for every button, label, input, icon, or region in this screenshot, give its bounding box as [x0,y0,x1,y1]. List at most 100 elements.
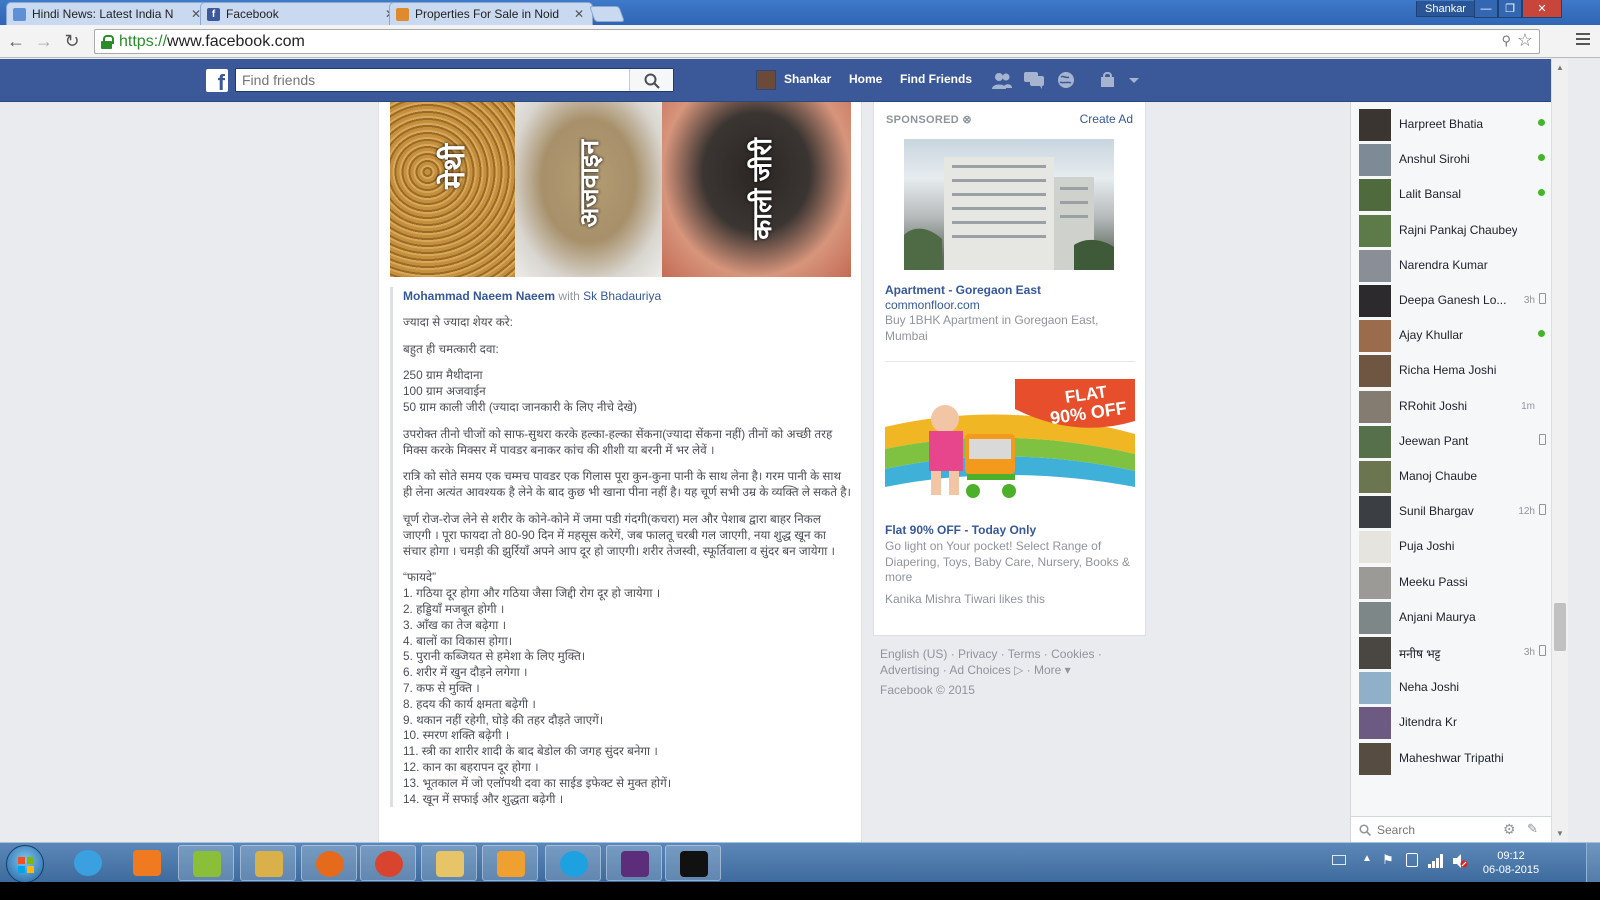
volume-muted-icon[interactable] [1452,853,1468,869]
taskbar-app-button[interactable] [178,845,234,881]
show-hidden-icons-icon[interactable]: ▲ [1362,853,1372,864]
action-center-flag-icon[interactable]: ⚑ [1382,852,1394,868]
device-icon[interactable] [1406,853,1418,867]
facebook-logo-icon[interactable]: f [206,69,228,92]
browser-profile-button[interactable]: Shankar [1416,1,1475,17]
browser-tab-hindi-news[interactable]: Hindi News: Latest India N ✕ [6,2,210,25]
apartment-ad-image[interactable] [904,139,1114,270]
footer-links[interactable]: Advertising · Ad Choices ▷ · More ▾ [880,662,1140,678]
browser-tab-properties[interactable]: Properties For Sale in Noid ✕ [389,2,593,25]
chat-search-input[interactable] [1377,821,1497,839]
chat-friend-item[interactable]: Jeewan Pant [1359,425,1549,458]
author-link[interactable]: Mohammad Naeem Naeem [403,289,555,303]
page-scrollbar[interactable]: ▲ ▼ [1551,59,1568,842]
chat-friend-name: Richa Hema Joshi [1399,363,1497,378]
chat-friend-item[interactable]: Sunil Bhargav 12h [1359,495,1549,529]
taskbar-app-button[interactable] [60,845,116,881]
chat-friend-item[interactable]: Puja Joshi [1359,530,1549,564]
network-signal-icon[interactable] [1428,854,1444,868]
start-button[interactable] [6,845,44,883]
show-desktop-button[interactable] [1586,843,1600,883]
create-ad-link[interactable]: Create Ad [1080,112,1133,126]
find-friends-input[interactable] [236,69,631,91]
browser-menu-icon[interactable] [1576,33,1590,45]
search-button[interactable] [629,69,673,91]
friend-requests-icon[interactable] [992,71,1012,89]
online-status-dot-icon [1538,154,1545,162]
taskbar-app-button[interactable] [301,845,357,881]
address-bar[interactable]: https://www.facebook.com ⚲ ☆ [94,29,1540,54]
window-close-icon[interactable]: ✕ [1522,0,1562,18]
new-message-icon[interactable]: ✎ [1527,821,1538,837]
building-photo [904,157,1114,270]
avatar[interactable] [756,70,776,90]
keyboard-icon[interactable] [1332,855,1346,865]
chat-friend-item[interactable]: Neha Joshi [1359,671,1549,705]
avatar [1359,390,1391,423]
command-prompt-icon [680,851,708,877]
close-tab-icon[interactable]: ✕ [572,7,586,21]
taskbar-app-button[interactable] [606,845,662,881]
find-friends-link[interactable]: Find Friends [900,72,972,86]
taskbar-app-button[interactable] [545,845,601,881]
ad-choices-icon[interactable]: ⊗ [962,114,972,126]
tagged-friend-link[interactable]: Sk Bhadauriya [583,289,661,303]
page-footer: English (US) · Privacy · Terms · Cookies… [880,646,1140,698]
taskbar-app-button[interactable] [482,845,538,881]
chat-friend-item[interactable]: मनीष भट्ट 3h [1359,636,1549,669]
chat-friend-item[interactable]: Narendra Kumar [1359,249,1549,282]
sponsored-label: SPONSORED ⊗ [886,113,972,126]
chat-friend-item[interactable]: Jitendra Kr [1359,706,1549,740]
minimize-icon[interactable]: — [1474,0,1498,18]
scroll-down-icon[interactable]: ▼ [1556,829,1564,838]
sponsored-ads: SPONSORED ⊗ Create Ad Apartment - Gorega… [873,102,1146,636]
home-link[interactable]: Home [849,72,882,86]
baby-store-ad-image[interactable]: FLAT 90% OFF [885,379,1135,510]
taskbar-app-button[interactable] [240,845,296,881]
paint-icon [255,851,283,877]
privacy-shortcuts-icon[interactable] [1100,71,1120,89]
account-menu-chevron-down-icon[interactable] [1128,71,1140,89]
post-photo[interactable]: मेथी अजवाइन काली जीरी [390,102,851,277]
post-paragraph: रात्रि को सोते समय एक चम्मच पावडर एक गिल… [403,469,851,500]
messages-icon[interactable] [1024,71,1044,89]
taskbar-app-button[interactable] [665,845,721,881]
browser-tab-strip: Hindi News: Latest India N ✕ f Facebook … [0,0,1600,25]
forward-arrow-icon[interactable]: → [34,31,54,51]
notifications-globe-icon[interactable] [1056,71,1076,89]
bookmark-star-icon[interactable]: ☆ [1517,30,1533,51]
reload-icon[interactable]: ↻ [62,31,82,51]
footer-links[interactable]: English (US) · Privacy · Terms · Cookies… [880,646,1140,662]
extension-icon[interactable]: ⚲ [1501,33,1511,49]
chat-friend-item[interactable]: RRohit Joshi 1m [1359,390,1549,423]
chat-friend-item[interactable]: Ajay Khullar [1359,319,1549,353]
chat-friend-item[interactable]: Rajni Pankaj Chaubey [1359,214,1549,247]
taskbar-app-button[interactable] [119,845,175,881]
url-text[interactable]: https://www.facebook.com [119,33,305,51]
chat-friend-item[interactable]: Maheshwar Tripathi [1359,742,1549,775]
taskbar-app-button[interactable] [421,845,477,881]
chat-friend-item[interactable]: Anshul Sirohi [1359,143,1549,177]
chat-friend-item[interactable]: Anjani Maurya [1359,601,1549,634]
chat-friend-item[interactable]: Lalit Bansal [1359,178,1549,212]
ad-title-link[interactable]: Flat 90% OFF - Today Only [885,523,1036,537]
chat-friend-item[interactable]: Manoj Chaube [1359,460,1549,493]
restore-icon[interactable]: ❐ [1498,0,1522,18]
chat-friend-item[interactable]: Harpreet Bhatia [1359,108,1549,141]
ad-title-link[interactable]: Apartment - Goregaon East [885,283,1041,297]
chat-friend-item[interactable]: Meeku Passi [1359,566,1549,599]
taskbar-app-button[interactable] [360,845,416,881]
scrollbar-thumb[interactable] [1554,603,1566,651]
new-tab-button[interactable] [589,6,625,22]
scroll-up-icon[interactable]: ▲ [1556,63,1564,72]
chat-friend-item[interactable]: Deepa Ganesh Lo... 3h [1359,284,1549,317]
windows-taskbar: ▲ ⚑ 09:12 06-08-2015 [0,842,1600,883]
browser-tab-facebook[interactable]: f Facebook ✕ [200,2,404,25]
back-arrow-icon[interactable]: ← [6,31,26,51]
system-clock[interactable]: 09:12 06-08-2015 [1471,849,1551,877]
ad-site-link[interactable]: commonfloor.com [885,298,980,312]
profile-link[interactable]: Shankar [784,72,831,86]
java-ee-ide-icon [621,851,649,877]
gear-icon[interactable]: ⚙ [1503,821,1516,838]
chat-friend-item[interactable]: Richa Hema Joshi [1359,354,1549,388]
